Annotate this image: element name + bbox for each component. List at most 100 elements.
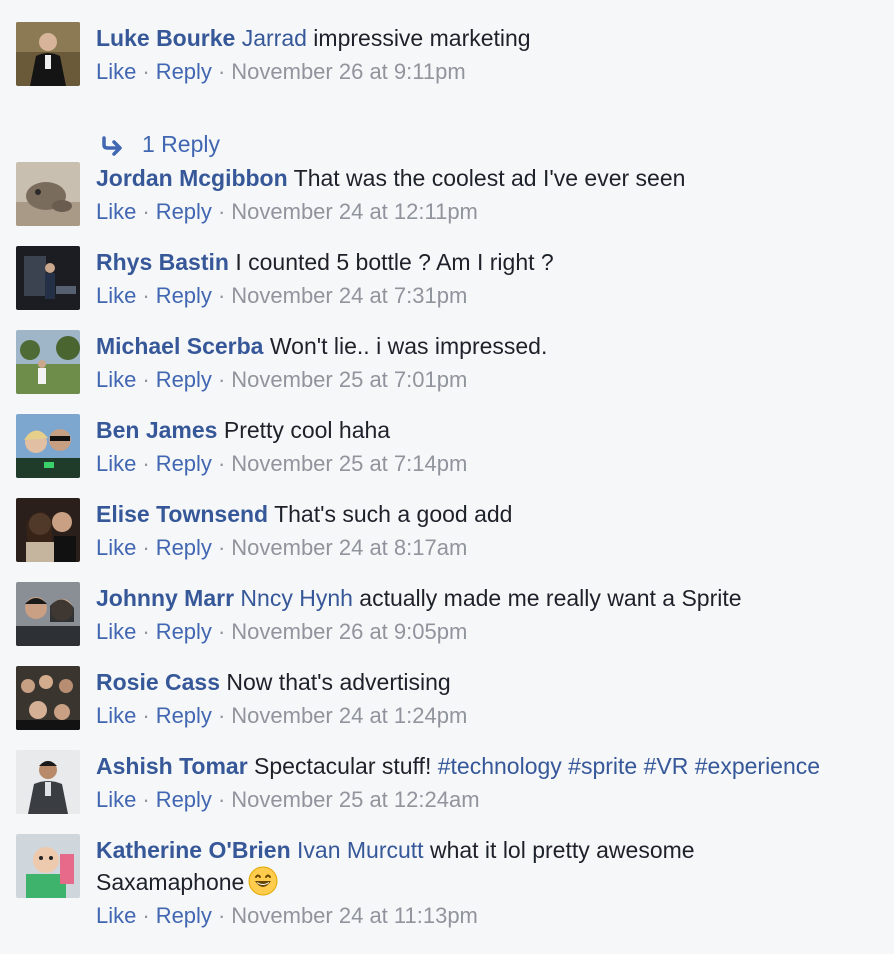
separator-dot: · [217, 703, 226, 728]
avatar[interactable] [16, 834, 80, 898]
comment-timestamp[interactable]: November 25 at 12:24am [231, 787, 479, 812]
like-link[interactable]: Like [96, 903, 136, 928]
reply-link[interactable]: Reply [156, 199, 212, 224]
comment-timestamp[interactable]: November 26 at 9:11pm [231, 59, 465, 84]
comment-actions: Like · Reply · November 26 at 9:05pm [96, 618, 884, 646]
comment-actions: Like · Reply · November 25 at 7:01pm [96, 366, 884, 394]
comment-actions: Like · Reply · November 25 at 7:14pm [96, 450, 884, 478]
separator-dot: · [217, 903, 226, 928]
comment-text: Elise Townsend That's such a good add [96, 498, 884, 530]
comment-author[interactable]: Ben James [96, 417, 217, 443]
comment-actions: Like · Reply · November 24 at 1:24pm [96, 702, 884, 730]
comment-text: Rosie Cass Now that's advertising [96, 666, 884, 698]
like-link[interactable]: Like [96, 787, 136, 812]
comment-actions: Like · Reply · November 24 at 11:13pm [96, 902, 744, 930]
separator-dot: · [217, 787, 226, 812]
like-link[interactable]: Like [96, 703, 136, 728]
comment-body: I counted 5 bottle ? Am I right ? [228, 249, 554, 275]
like-link[interactable]: Like [96, 367, 136, 392]
comment-actions: Like · Reply · November 26 at 9:11pm [96, 58, 884, 86]
comment-text: Rhys Bastin I counted 5 bottle ? Am I ri… [96, 246, 884, 278]
replies-count[interactable]: 1 Reply [142, 131, 220, 157]
like-link[interactable]: Like [96, 535, 136, 560]
avatar[interactable] [16, 162, 80, 226]
comment-author[interactable]: Rosie Cass [96, 669, 220, 695]
like-link[interactable]: Like [96, 199, 136, 224]
avatar[interactable] [16, 750, 80, 814]
comment-mention[interactable]: Nncy Hynh [240, 585, 352, 611]
avatar[interactable] [16, 246, 80, 310]
comment-author[interactable]: Rhys Bastin [96, 249, 229, 275]
comment-text: Ben James Pretty cool haha [96, 414, 884, 446]
comment-timestamp[interactable]: November 25 at 7:14pm [231, 451, 467, 476]
reply-link[interactable]: Reply [156, 619, 212, 644]
comment-timestamp[interactable]: November 25 at 7:01pm [231, 367, 467, 392]
comment-author[interactable]: Luke Bourke [96, 25, 235, 51]
comment-body: That was the coolest ad I've ever seen [287, 165, 686, 191]
separator-dot: · [217, 451, 226, 476]
comment-timestamp[interactable]: November 24 at 11:13pm [231, 903, 478, 928]
comment-body: Spectacular stuff! [247, 753, 438, 779]
separator-dot: · [142, 283, 150, 308]
reply-link[interactable]: Reply [156, 535, 212, 560]
comment-timestamp[interactable]: November 26 at 9:05pm [231, 619, 467, 644]
avatar[interactable] [16, 330, 80, 394]
reply-link[interactable]: Reply [156, 451, 212, 476]
separator-dot: · [142, 367, 150, 392]
separator-dot: · [217, 59, 226, 84]
comment-timestamp[interactable]: November 24 at 8:17am [231, 535, 467, 560]
separator-dot: · [142, 619, 150, 644]
reply-link[interactable]: Reply [156, 903, 212, 928]
hashtag-link[interactable]: #experience [695, 753, 820, 779]
comment-body: That's such a good add [268, 501, 513, 527]
comment-body: Pretty cool haha [217, 417, 391, 443]
avatar[interactable] [16, 498, 80, 562]
reply-link[interactable]: Reply [156, 59, 212, 84]
separator-dot: · [142, 199, 150, 224]
comment-body: Now that's advertising [220, 669, 451, 695]
like-link[interactable]: Like [96, 283, 136, 308]
avatar[interactable] [16, 22, 80, 86]
like-link[interactable]: Like [96, 619, 136, 644]
reply-link[interactable]: Reply [156, 787, 212, 812]
reply-link[interactable]: Reply [156, 283, 212, 308]
separator-dot: · [142, 903, 150, 928]
comment-author[interactable]: Ashish Tomar [96, 753, 248, 779]
separator-dot: · [217, 367, 226, 392]
separator-dot: · [142, 59, 150, 84]
reply-arrow-icon [100, 131, 142, 157]
comment-text: Luke Bourke Jarrad impressive marketing [96, 22, 884, 54]
comment-actions: Like · Reply · November 24 at 7:31pm [96, 282, 884, 310]
hashtag-link[interactable]: #technology [438, 753, 562, 779]
comment-mention[interactable]: Ivan Murcutt [297, 837, 424, 863]
avatar[interactable] [16, 582, 80, 646]
like-link[interactable]: Like [96, 59, 136, 84]
reply-link[interactable]: Reply [156, 367, 212, 392]
reply-link[interactable]: Reply [156, 703, 212, 728]
grinning-face-emoji [248, 866, 278, 896]
comment-actions: Like · Reply · November 25 at 12:24am [96, 786, 884, 814]
comment-timestamp[interactable]: November 24 at 7:31pm [231, 283, 467, 308]
comment-author[interactable]: Jordan Mcgibbon [96, 165, 288, 191]
avatar[interactable] [16, 414, 80, 478]
comment-timestamp[interactable]: November 24 at 12:11pm [231, 199, 478, 224]
comment-author[interactable]: Elise Townsend [96, 501, 268, 527]
comment-author[interactable]: Michael Scerba [96, 333, 263, 359]
view-replies-link[interactable]: 1 Reply [100, 128, 220, 160]
comment-actions: Like · Reply · November 24 at 8:17am [96, 534, 884, 562]
separator-dot: · [217, 619, 226, 644]
separator-dot: · [217, 535, 226, 560]
comment-body: impressive marketing [306, 25, 531, 51]
comment-actions: Like · Reply · November 24 at 12:11pm [96, 198, 884, 226]
hashtag-link[interactable]: #VR [644, 753, 689, 779]
comment-author[interactable]: Johnny Marr [96, 585, 234, 611]
comment-mention[interactable]: Jarrad [242, 25, 307, 51]
comment-text: Johnny Marr Nncy Hynh actually made me r… [96, 582, 884, 614]
like-link[interactable]: Like [96, 451, 136, 476]
comment-timestamp[interactable]: November 24 at 1:24pm [231, 703, 467, 728]
avatar[interactable] [16, 666, 80, 730]
hashtag-link[interactable]: #sprite [568, 753, 637, 779]
comment-author[interactable]: Katherine O'Brien [96, 837, 291, 863]
comment-text: Jordan Mcgibbon That was the coolest ad … [96, 162, 884, 194]
separator-dot: · [217, 199, 226, 224]
